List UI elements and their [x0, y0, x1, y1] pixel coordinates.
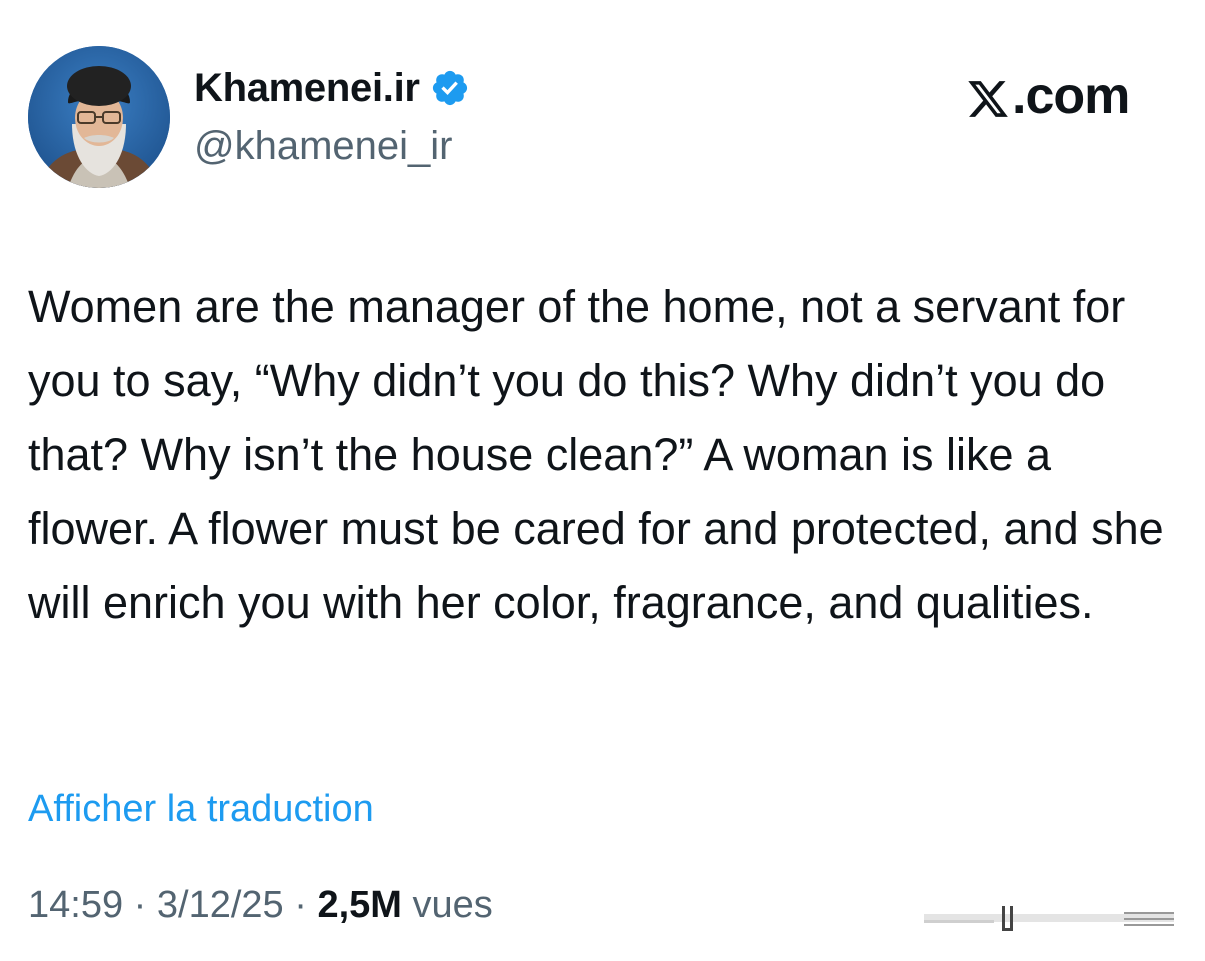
tweet-date[interactable]: 3/12/25 — [157, 884, 284, 926]
tweet-text: Women are the manager of the home, not a… — [28, 281, 1164, 628]
watermark-icon — [924, 900, 1174, 936]
translate-link[interactable]: Afficher la traduction — [28, 784, 374, 834]
meta-separator: · — [294, 884, 307, 926]
tweet-card: Khamenei.ir @khamenei_ir .com Women are … — [0, 0, 1205, 961]
x-logo-icon — [966, 74, 1010, 118]
tweet-meta: 14:59 · 3/12/25 · 2,5M vues — [28, 880, 493, 930]
author-name[interactable]: Khamenei.ir — [194, 62, 470, 114]
views-label: vues — [412, 884, 493, 926]
x-com-logo: .com — [966, 66, 1130, 126]
avatar-portrait-icon — [28, 46, 170, 188]
author-name-text: Khamenei.ir — [194, 66, 420, 110]
tweet-time[interactable]: 14:59 — [28, 884, 123, 926]
views-count: 2,5M — [317, 884, 402, 926]
meta-separator: · — [133, 884, 147, 926]
verified-badge-icon — [430, 68, 470, 108]
author-handle[interactable]: @khamenei_ir — [194, 120, 453, 172]
logo-text: .com — [1012, 67, 1130, 125]
avatar[interactable] — [28, 46, 170, 188]
